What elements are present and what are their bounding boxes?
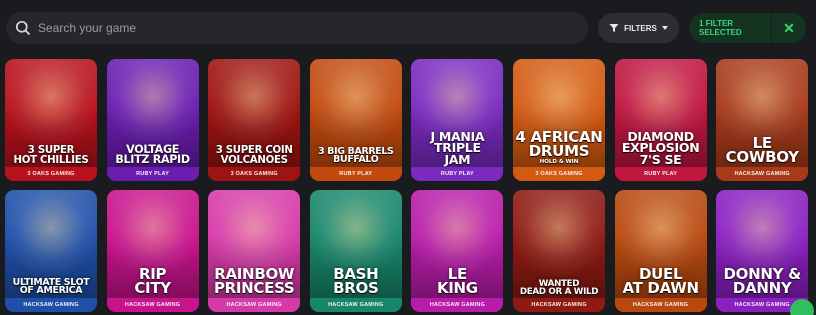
game-title-line: VOLCANOES: [220, 154, 288, 166]
game-title: LE COWBOY: [718, 136, 806, 167]
game-title-line: 7'S SE: [639, 151, 682, 167]
filters-label: FILTERS: [624, 23, 657, 33]
game-card[interactable]: RAINBOW PRINCESS HACKSAW GAMING: [208, 190, 301, 312]
game-title: DIAMOND EXPLOSION 7'S SE: [617, 130, 705, 167]
game-title: 3 SUPER COIN VOLCANOES: [210, 145, 298, 166]
game-card[interactable]: J MANIA TRIPLE JAM RUBY PLAY: [411, 59, 504, 181]
top-bar: FILTERS 1 FILTER SELECTED ✕: [0, 0, 816, 56]
game-title: 3 BIG BARRELS BUFFALO: [312, 147, 400, 166]
game-card[interactable]: 3 BIG BARRELS BUFFALO RUBY PLAY: [309, 59, 402, 181]
game-title-line: BLITZ RAPID: [115, 152, 190, 166]
game-provider: HACKSAW GAMING: [5, 298, 97, 312]
game-provider: HACKSAW GAMING: [106, 298, 199, 312]
game-title: ULTIMATE SLOT OF AMERICA: [7, 278, 95, 297]
filter-selected-chip: 1 FILTER SELECTED ✕: [689, 13, 806, 43]
game-title: LE KING: [413, 267, 501, 298]
game-subtitle: HOLD & WIN: [539, 158, 579, 165]
game-title: DONNY & DANNY: [718, 267, 806, 298]
game-card[interactable]: 3 SUPER HOT CHILLIES 3 OAKS GAMING: [5, 59, 97, 181]
game-title: VOLTAGE BLITZ RAPID: [109, 143, 197, 166]
game-title: RIP CITY: [109, 267, 197, 298]
game-provider: HACKSAW GAMING: [411, 298, 504, 312]
game-provider: HACKSAW GAMING: [513, 298, 605, 312]
game-title: DUEL AT DAWN: [617, 267, 705, 298]
filter-selected-label: 1 FILTER SELECTED: [699, 19, 742, 37]
game-title-line: KING: [436, 279, 478, 298]
game-card[interactable]: LE KING HACKSAW GAMING: [411, 190, 504, 312]
game-title-line: DEAD OR A WILD: [519, 287, 599, 297]
game-title-line: JAM: [444, 151, 471, 167]
game-card[interactable]: DONNY & DANNY HACKSAW GAMING: [716, 190, 809, 312]
game-title-line: PRINCESS: [213, 279, 295, 298]
game-provider: RUBY PLAY: [309, 167, 402, 181]
game-title-line: HOT CHILLIES: [13, 154, 89, 166]
clear-filter-button[interactable]: ✕: [772, 20, 806, 37]
game-title-line: BUFFALO: [333, 154, 379, 166]
game-provider: HACKSAW GAMING: [309, 298, 402, 312]
game-card[interactable]: LE COWBOY HACKSAW GAMING: [716, 59, 809, 181]
filter-funnel-icon: [609, 24, 619, 32]
game-title-line: DANNY: [732, 279, 792, 298]
caret-down-icon: [661, 26, 668, 30]
filters-button[interactable]: FILTERS: [598, 13, 679, 43]
game-title-line: BROS: [333, 279, 379, 298]
game-title-line: DRUMS: [528, 142, 590, 161]
chat-icon[interactable]: [790, 299, 814, 315]
game-title: 3 SUPER HOT CHILLIES: [7, 145, 95, 166]
game-card[interactable]: 3 SUPER COIN VOLCANOES 3 OAKS GAMING: [208, 59, 301, 181]
game-card[interactable]: VOLTAGE BLITZ RAPID RUBY PLAY: [106, 59, 199, 181]
game-title: RAINBOW PRINCESS: [210, 267, 298, 298]
game-title-line: CITY: [134, 279, 171, 298]
game-provider: RUBY PLAY: [614, 167, 707, 181]
game-provider: 3 OAKS GAMING: [208, 167, 301, 181]
game-title: WANTED DEAD OR A WILD: [515, 280, 603, 297]
game-title: 4 AFRICAN DRUMS HOLD & WIN: [515, 130, 603, 165]
game-card[interactable]: ULTIMATE SLOT OF AMERICA HACKSAW GAMING: [5, 190, 97, 312]
game-card[interactable]: 4 AFRICAN DRUMS HOLD & WIN 3 OAKS GAMING: [513, 59, 605, 181]
game-provider: 3 OAKS GAMING: [5, 167, 97, 181]
game-card[interactable]: WANTED DEAD OR A WILD HACKSAW GAMING: [513, 190, 605, 312]
game-card[interactable]: BASH BROS HACKSAW GAMING: [309, 190, 402, 312]
game-title: BASH BROS: [312, 267, 400, 298]
game-provider: HACKSAW GAMING: [208, 298, 301, 312]
game-card[interactable]: RIP CITY HACKSAW GAMING: [106, 190, 199, 312]
game-title: J MANIA TRIPLE JAM: [413, 130, 501, 167]
game-provider: RUBY PLAY: [106, 167, 199, 181]
search-input[interactable]: [38, 21, 558, 35]
game-card[interactable]: DUEL AT DAWN HACKSAW GAMING: [614, 190, 707, 312]
game-provider: HACKSAW GAMING: [716, 167, 809, 181]
game-provider: 3 OAKS GAMING: [513, 167, 605, 181]
game-provider: HACKSAW GAMING: [614, 298, 707, 312]
game-title-line: COWBOY: [725, 148, 799, 167]
game-card[interactable]: DIAMOND EXPLOSION 7'S SE RUBY PLAY: [614, 59, 707, 181]
game-provider: RUBY PLAY: [411, 167, 504, 181]
search-icon: [15, 20, 30, 35]
game-title-line: OF AMERICA: [19, 285, 83, 297]
game-title-line: AT DAWN: [622, 279, 699, 298]
search-box[interactable]: [6, 12, 588, 44]
